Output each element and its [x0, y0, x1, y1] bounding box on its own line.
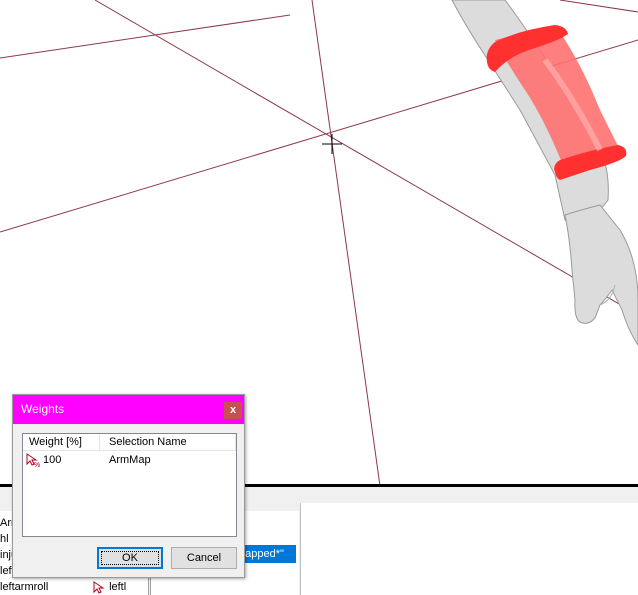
- grid-line-corner: [559, 0, 638, 13]
- table-row[interactable]: % 100 ArmMap: [23, 452, 236, 469]
- selection-name-value: ArmMap: [109, 454, 151, 466]
- close-button[interactable]: x: [224, 402, 242, 419]
- ok-button[interactable]: OK: [97, 547, 163, 569]
- list-item[interactable]: hl: [0, 531, 9, 547]
- weight-value: 100: [43, 454, 62, 466]
- properties-area: [300, 503, 638, 595]
- arm-model: [451, 0, 638, 346]
- crosshair-icon: [322, 134, 342, 154]
- arrow-cursor-percent-icon: %: [26, 453, 40, 469]
- list-item[interactable]: leftarmroll: [0, 579, 48, 595]
- column-separator[interactable]: [235, 434, 236, 450]
- arrow-cell-label: leftl: [109, 581, 127, 593]
- weights-dialog: Weights x Weight [%] Selection Name % 10…: [12, 394, 245, 578]
- cancel-button-label: Cancel: [186, 552, 222, 564]
- close-icon: x: [229, 404, 237, 416]
- grid-line-upper: [0, 14, 291, 59]
- list-item-arrow[interactable]: leftl: [92, 579, 126, 595]
- column-separator[interactable]: [99, 434, 100, 450]
- weight-row-icon-wrapper: %: [25, 453, 43, 469]
- cancel-button[interactable]: Cancel: [171, 547, 237, 569]
- weights-list[interactable]: Weight [%] Selection Name % 100 ArmMap: [22, 433, 237, 537]
- list-header: Weight [%] Selection Name: [23, 434, 236, 451]
- selected-mapping-item[interactable]: mapped*": [236, 545, 296, 563]
- column-header-selection-name[interactable]: Selection Name: [109, 434, 187, 450]
- grid-line-vertical: [311, 0, 381, 486]
- dialog-title: Weights: [21, 402, 65, 416]
- dialog-titlebar[interactable]: Weights x: [13, 395, 244, 424]
- ok-button-label: OK: [122, 552, 138, 564]
- svg-text:%: %: [34, 462, 40, 468]
- arrow-cursor-icon: [93, 581, 105, 594]
- column-header-weight[interactable]: Weight [%]: [29, 434, 82, 450]
